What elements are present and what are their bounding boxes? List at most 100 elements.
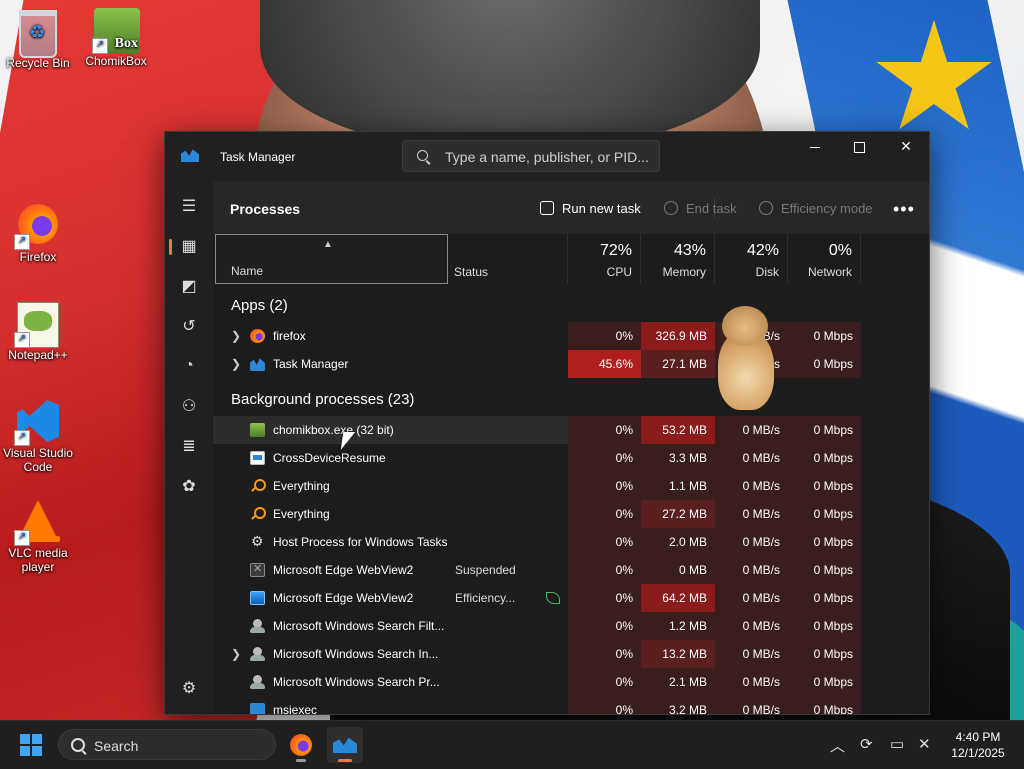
- process-network: 0 Mbps: [788, 350, 861, 378]
- process-name: msiexec: [273, 703, 318, 715]
- desktop-icon-chomikbox[interactable]: Box ↗ ChomikBox: [78, 8, 154, 68]
- process-network: 0 Mbps: [788, 444, 861, 472]
- process-name: Microsoft Windows Search In...: [273, 647, 439, 661]
- desktop-icon-label: Recycle Bin: [6, 56, 70, 70]
- process-memory: 27.1 MB: [641, 350, 715, 378]
- start-button[interactable]: [20, 734, 42, 756]
- nav-performance-icon[interactable]: ◩: [169, 269, 209, 303]
- process-cpu: 0%: [568, 322, 641, 350]
- process-row[interactable]: Everything 0% 1.1 MB 0 MB/s 0 Mbps: [213, 472, 861, 500]
- process-status: [448, 500, 568, 528]
- process-row[interactable]: ❯ Microsoft Windows Search In... 0% 13.2 MB…: [213, 640, 861, 668]
- hamburger-menu-icon[interactable]: ☰: [169, 189, 209, 223]
- window-title: Task Manager: [220, 150, 296, 164]
- disk-total-percent: 42%: [746, 242, 779, 259]
- process-memory: 53.2 MB: [641, 416, 715, 444]
- process-network: 0 Mbps: [788, 584, 861, 612]
- nav-users-icon[interactable]: ⚇: [169, 389, 209, 423]
- firefox-icon: [290, 734, 312, 756]
- desktop-icon-vlc[interactable]: ↗ VLC media player: [0, 498, 76, 574]
- system-clock[interactable]: 4:40 PM 12/1/2025: [944, 729, 1012, 761]
- windows-logo-icon: [20, 734, 30, 744]
- process-search-box[interactable]: [402, 140, 660, 172]
- title-bar[interactable]: Task Manager ✕: [165, 132, 929, 182]
- desktop-icon-vscode[interactable]: ↗ Visual Studio Code: [0, 400, 76, 474]
- process-status: [448, 612, 568, 640]
- column-header-name[interactable]: ▲ Name: [215, 234, 448, 284]
- sync-status-icon[interactable]: ⟳: [860, 735, 873, 753]
- run-new-task-button[interactable]: Run new task: [540, 196, 641, 220]
- process-name: Microsoft Edge WebView2: [273, 563, 414, 577]
- network-icon[interactable]: ▭: [890, 735, 904, 753]
- process-cpu: 0%: [568, 500, 641, 528]
- desktop-icon-label: Visual Studio Code: [3, 446, 73, 474]
- taskbar-task-manager-button[interactable]: [327, 727, 363, 763]
- maximize-button[interactable]: [836, 132, 882, 162]
- settings-gear-icon[interactable]: ⚙: [169, 671, 209, 705]
- search-icon: [71, 738, 85, 752]
- process-search-input[interactable]: [443, 147, 657, 167]
- running-indicator: [296, 759, 306, 762]
- desktop-icon-firefox[interactable]: ↗ Firefox: [0, 204, 76, 264]
- process-name: Host Process for Windows Tasks: [273, 535, 448, 549]
- show-hidden-icons-chevron-icon[interactable]: ︿: [830, 735, 845, 756]
- process-row[interactable]: Microsoft Edge WebView2Suspended0%0 MB0 …: [213, 556, 861, 584]
- nav-details-icon[interactable]: ≣: [169, 429, 209, 463]
- column-header-status[interactable]: Status: [448, 234, 568, 284]
- process-row[interactable]: Everything 0% 27.2 MB 0 MB/s 0 Mbps: [213, 500, 861, 528]
- nav-rail: ☰ ▦ ◩ ↺ ◔ ⚇ ≣ ✿ ⚙: [165, 182, 213, 714]
- process-row[interactable]: CrossDeviceResume 0% 3.3 MB 0 MB/s 0 Mbps: [213, 444, 861, 472]
- desktop-icon-label: ChomikBox: [85, 54, 147, 68]
- close-button[interactable]: ✕: [883, 132, 929, 162]
- process-network: 0 Mbps: [788, 556, 861, 584]
- column-label: Status: [454, 265, 489, 279]
- process-disk: 0 MB/s: [715, 556, 788, 584]
- desktop-icon-notepadpp[interactable]: ↗ Notepad++: [0, 302, 76, 362]
- process-memory: 1.2 MB: [641, 612, 715, 640]
- column-label: Name: [231, 264, 264, 278]
- taskbar-firefox-button[interactable]: [283, 727, 319, 763]
- column-label: Network: [807, 265, 852, 279]
- minimize-button[interactable]: [792, 132, 838, 162]
- efficiency-mode-button[interactable]: Efficiency mode: [759, 196, 873, 220]
- process-row[interactable]: chomikbox.exe (32 bit) 0% 53.2 MB 0 MB/s 0 M…: [213, 416, 861, 444]
- column-header-memory[interactable]: 43% Memory: [641, 234, 715, 284]
- more-options-icon[interactable]: •••: [893, 199, 915, 220]
- taskbar-search-label: Search: [94, 738, 139, 754]
- column-header-cpu[interactable]: 72% CPU: [568, 234, 641, 284]
- column-label: CPU: [606, 265, 632, 279]
- column-label: Disk: [755, 265, 779, 279]
- process-memory: 2.0 MB: [641, 528, 715, 556]
- process-memory: 27.2 MB: [641, 500, 715, 528]
- end-task-label: End task: [686, 200, 737, 216]
- process-status: [448, 696, 568, 714]
- process-network: 0 Mbps: [788, 322, 861, 350]
- process-cpu: 0%: [568, 696, 641, 714]
- nav-startup-apps-icon[interactable]: ◔: [169, 349, 209, 383]
- clock-date: 12/1/2025: [951, 746, 1005, 760]
- process-name: Microsoft Windows Search Pr...: [273, 675, 440, 689]
- process-row[interactable]: Microsoft Windows Search Filt... 0% 1.2 MB…: [213, 612, 861, 640]
- process-row[interactable]: Host Process for Windows Tasks0%2.0 MB0 …: [213, 528, 861, 556]
- process-memory: 64.2 MB: [641, 584, 715, 612]
- process-network: 0 Mbps: [788, 640, 861, 668]
- nav-processes-icon[interactable]: ▦: [169, 229, 209, 263]
- nav-app-history-icon[interactable]: ↺: [169, 309, 209, 343]
- column-header-disk[interactable]: 42% Disk: [715, 234, 788, 284]
- end-task-button[interactable]: End task: [664, 196, 737, 220]
- process-memory: 3.3 MB: [641, 444, 715, 472]
- maximize-icon: [853, 141, 865, 153]
- page-title: Processes: [230, 201, 301, 217]
- volume-muted-icon[interactable]: ✕: [918, 735, 931, 753]
- nav-services-icon[interactable]: ✿: [169, 469, 209, 503]
- process-row[interactable]: Microsoft Edge WebView2 Efficiency... 0% 64…: [213, 584, 861, 612]
- process-row[interactable]: Microsoft Windows Search Pr... 0% 2.1 MB 0 …: [213, 668, 861, 696]
- column-header-network[interactable]: 0% Network: [788, 234, 861, 284]
- process-disk: 0 MB/s: [715, 668, 788, 696]
- process-status: Suspended: [455, 563, 516, 577]
- desktop-icon-recycle-bin[interactable]: Recycle Bin: [0, 8, 76, 70]
- process-network: 0 Mbps: [788, 500, 861, 528]
- taskbar-search-box[interactable]: Search: [58, 729, 276, 760]
- shortcut-arrow-icon: ↗: [14, 530, 30, 546]
- process-row[interactable]: msiexec 0% 3.2 MB 0 MB/s 0 Mbps: [213, 696, 861, 715]
